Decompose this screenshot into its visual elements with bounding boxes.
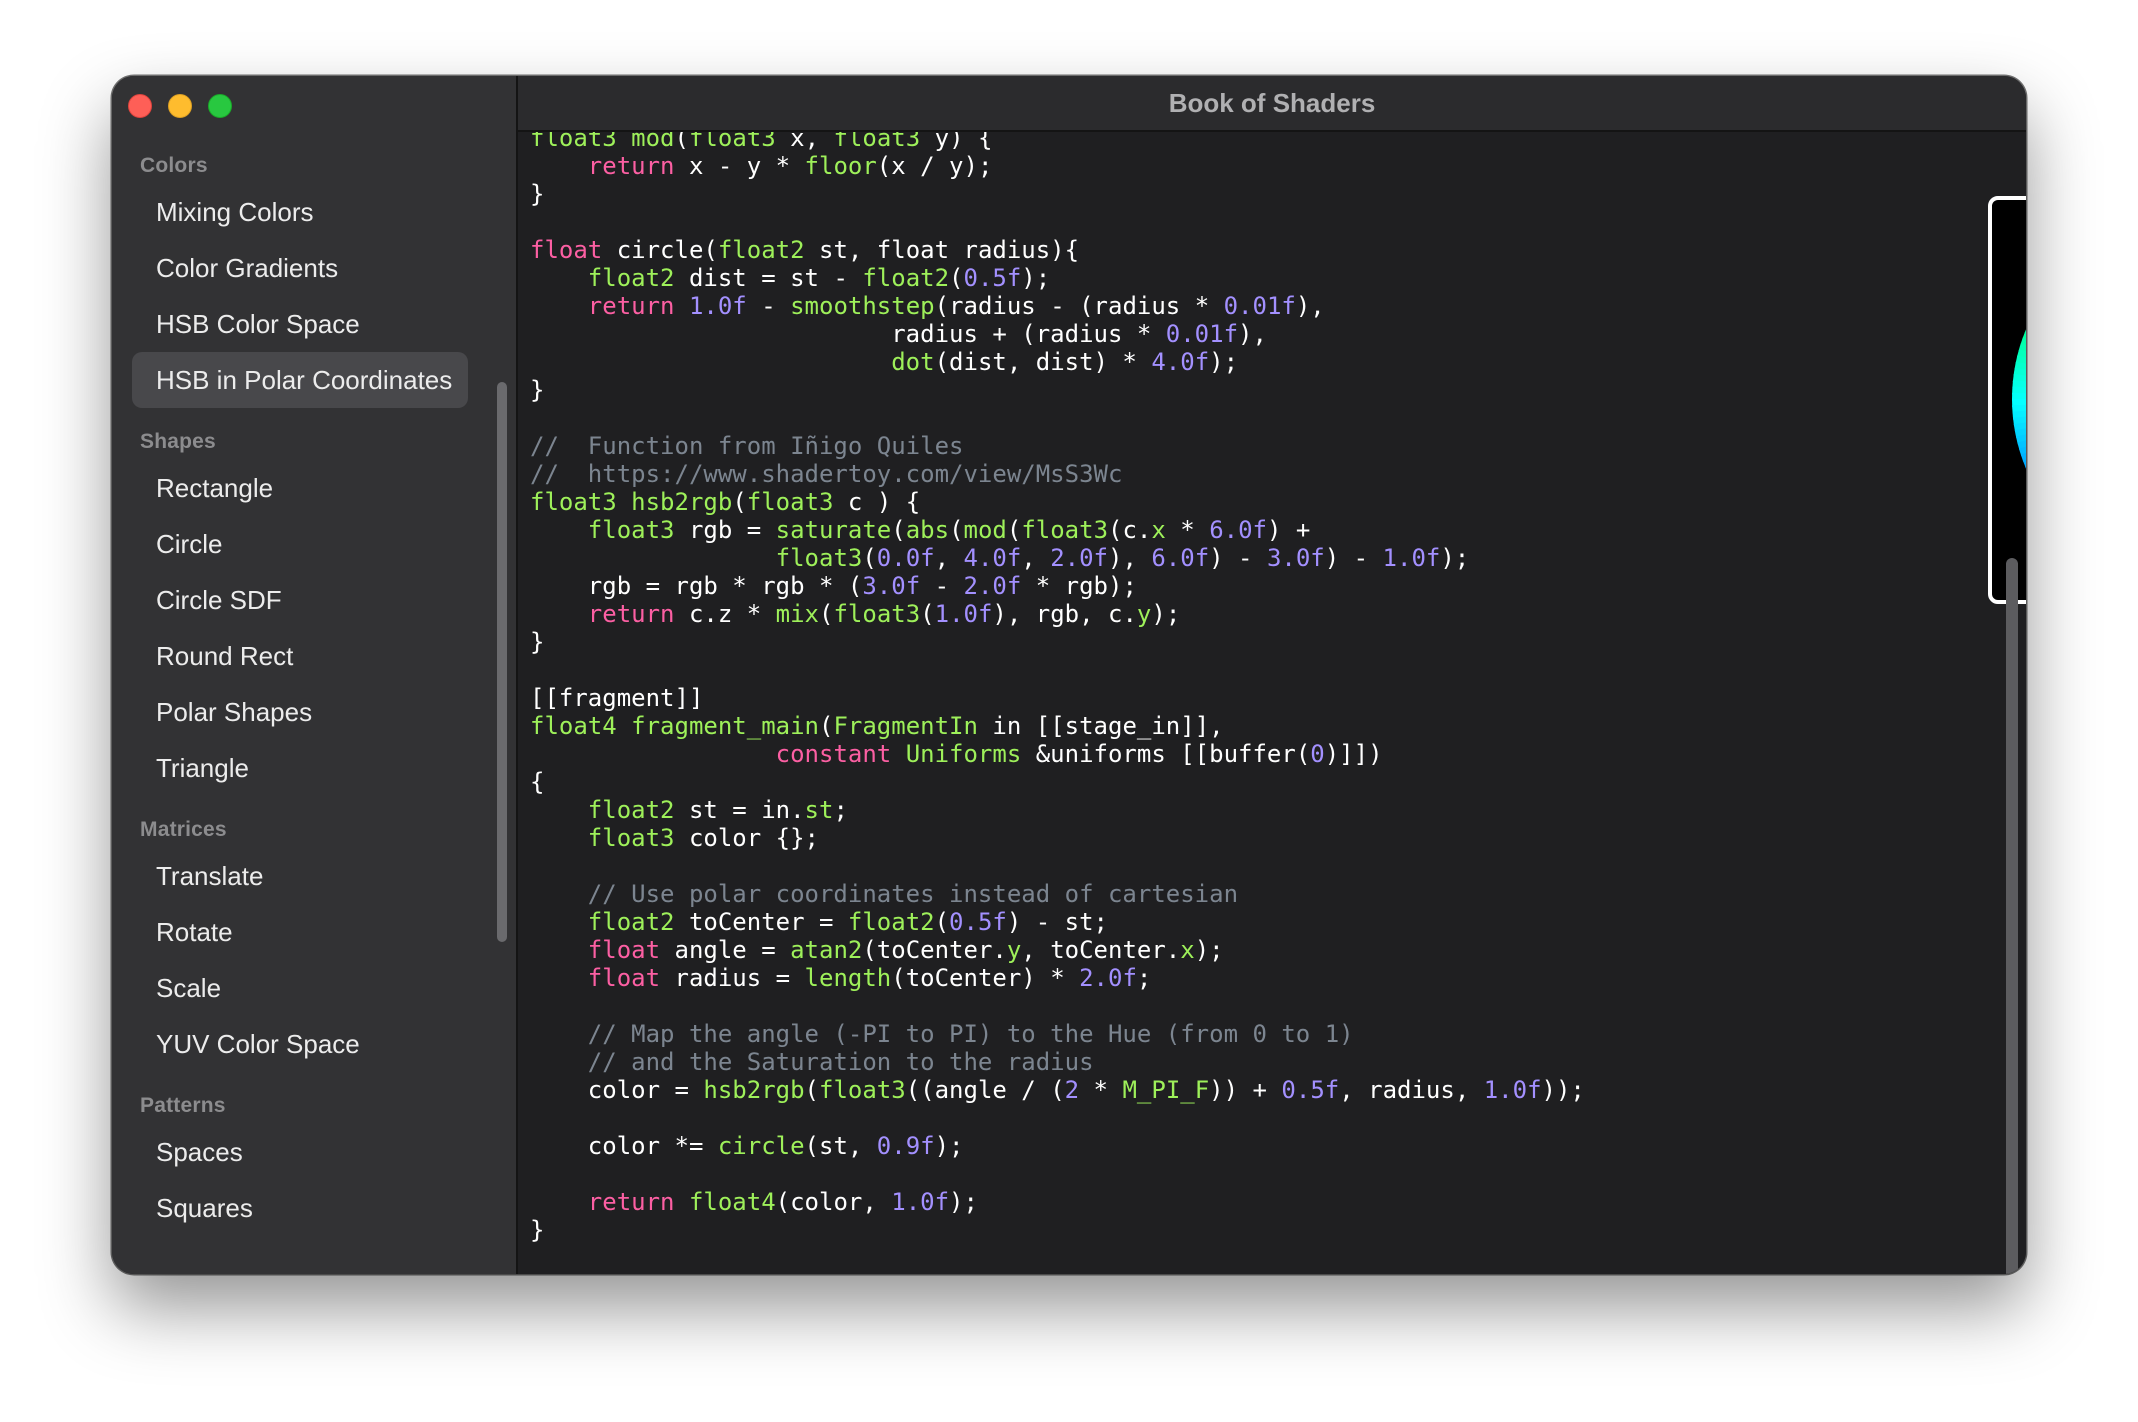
sidebar-item-spaces[interactable]: Spaces [132, 1124, 468, 1180]
code-line: return c.z * mix(float3(1.0f), rgb, c.y)… [587, 600, 1181, 628]
code-line: float3 hsb2rgb(float3 c ) { [530, 488, 921, 516]
code-editor[interactable]: float3 mod(float3 x, float3 y) { return … [518, 132, 2026, 1274]
code-line: float angle = atan2(toCenter.y, toCenter… [587, 936, 1224, 964]
sidebar-item-hsb-in-polar-coordinates[interactable]: HSB in Polar Coordinates [132, 352, 468, 408]
app-window: Colors Mixing Colors Color Gradients HSB Co… [112, 76, 2026, 1274]
code-line: float3 rgb = saturate(abs(mod(float3(c.x… [587, 516, 1311, 544]
sidebar-item-yuv-color-space[interactable]: YUV Color Space [132, 1016, 468, 1072]
code-line: // Use polar coordinates instead of cart… [587, 880, 1239, 908]
sidebar-item-mixing-colors[interactable]: Mixing Colors [132, 184, 468, 240]
sidebar-item-round-rect[interactable]: Round Rect [132, 628, 468, 684]
code-line: } [530, 180, 545, 208]
code-line: dot(dist, dist) * 4.0f); [891, 348, 1239, 376]
sidebar-scrollbar[interactable] [497, 382, 507, 942]
window-controls [128, 94, 232, 118]
code-line: return x - y * floor(x / y); [587, 152, 993, 180]
shader-preview [1988, 196, 2026, 604]
section-header-shapes: Shapes [140, 430, 216, 453]
sidebar-item-rotate[interactable]: Rotate [132, 904, 468, 960]
sidebar-item-squares[interactable]: Squares [132, 1180, 468, 1236]
zoom-button[interactable] [208, 94, 232, 118]
color-wheel [2012, 304, 2026, 496]
code-line: float3 mod(float3 x, float3 y) { [530, 132, 993, 152]
code-line: float3 color {}; [587, 824, 819, 852]
code-line: color *= circle(st, 0.9f); [530, 1132, 964, 1160]
code-line: color = hsb2rgb(float3((angle / (2 * M_P… [530, 1076, 1585, 1104]
sidebar-item-triangle[interactable]: Triangle [132, 740, 468, 796]
sidebar: Colors Mixing Colors Color Gradients HSB Co… [112, 76, 518, 1274]
code-line: radius + (radius * 0.01f), [530, 320, 1267, 348]
code-line: } [530, 1216, 545, 1244]
code-line: // https://www.shadertoy.com/view/MsS3Wc [530, 460, 1123, 488]
code-text[interactable]: float3 mod(float3 x, float3 y) { return … [530, 132, 1585, 1244]
code-line: } [530, 628, 545, 656]
code-line: return float4(color, 1.0f); [587, 1188, 978, 1216]
code-line: // and the Saturation to the radius [587, 1048, 1094, 1076]
code-line: float2 toCenter = float2(0.5f) - st; [587, 908, 1108, 936]
code-line: // Function from Iñigo Quiles [530, 432, 964, 460]
sidebar-item-rectangle[interactable]: Rectangle [132, 460, 468, 516]
code-line: constant Uniforms &uniforms [[buffer(0)]… [775, 740, 1383, 768]
code-line: float2 st = in.st; [587, 796, 848, 824]
sidebar-item-color-gradients[interactable]: Color Gradients [132, 240, 468, 296]
code-line: float4 fragment_main(FragmentIn in [[sta… [530, 712, 1224, 740]
code-line: { [530, 768, 545, 796]
code-line: // Map the angle (-PI to PI) to the Hue … [587, 1020, 1354, 1048]
minimize-button[interactable] [168, 94, 192, 118]
code-line: float circle(float2 st, float radius){ [530, 236, 1080, 264]
code-line: return 1.0f - smoothstep(radius - (radiu… [587, 292, 1325, 320]
sidebar-item-circle-sdf[interactable]: Circle SDF [132, 572, 468, 628]
sidebar-item-hsb-color-space[interactable]: HSB Color Space [132, 296, 468, 352]
code-line: float radius = length(toCenter) * 2.0f; [587, 964, 1152, 992]
sidebar-item-translate[interactable]: Translate [132, 848, 468, 904]
sidebar-item-circle[interactable]: Circle [132, 516, 468, 572]
editor-scrollbar[interactable] [2006, 558, 2018, 1274]
code-line: [[fragment]] [530, 684, 704, 712]
code-line: } [530, 376, 545, 404]
sidebar-item-scale[interactable]: Scale [132, 960, 468, 1016]
section-header-matrices: Matrices [140, 818, 227, 841]
window-title: Book of Shaders [518, 76, 2026, 132]
section-header-patterns: Patterns [140, 1094, 226, 1117]
close-button[interactable] [128, 94, 152, 118]
code-line: rgb = rgb * rgb * (3.0f - 2.0f * rgb); [530, 572, 1137, 600]
code-line: float3(0.0f, 4.0f, 2.0f), 6.0f) - 3.0f) … [775, 544, 1470, 572]
sidebar-item-polar-shapes[interactable]: Polar Shapes [132, 684, 468, 740]
section-header-colors: Colors [140, 154, 208, 177]
code-line: float2 dist = st - float2(0.5f); [587, 264, 1051, 292]
